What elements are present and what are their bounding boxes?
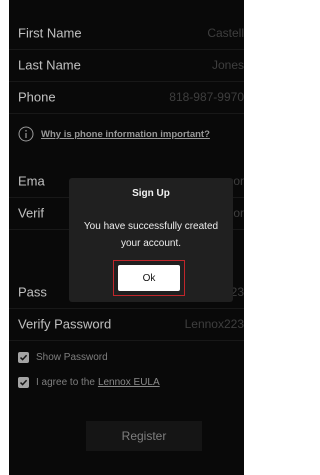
signup-success-dialog: Sign Up You have successfully created yo… xyxy=(69,178,233,302)
dialog-message: You have successfully created your accou… xyxy=(83,221,219,249)
ok-button[interactable]: Ok xyxy=(118,265,180,291)
dialog-title: Sign Up xyxy=(132,188,170,199)
ok-button-highlight: Ok xyxy=(113,260,185,296)
signup-screen: First Name Castell Last Name Jones Phone… xyxy=(9,0,244,475)
